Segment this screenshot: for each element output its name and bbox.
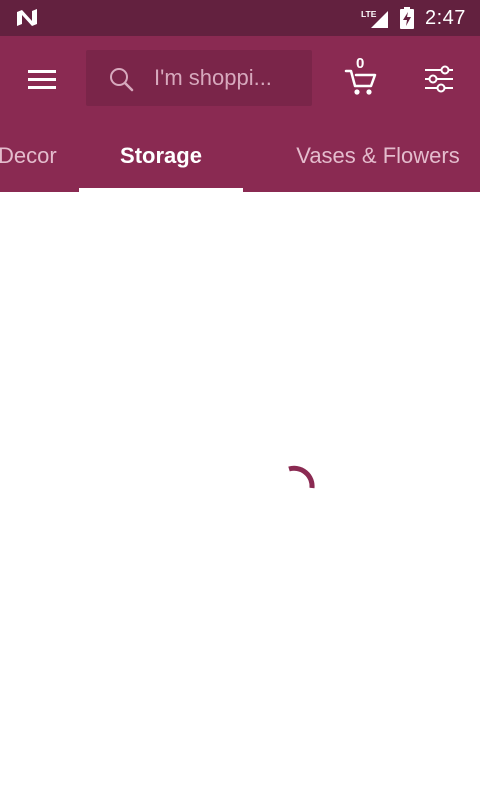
menu-button[interactable] [14, 56, 70, 102]
content-area [0, 192, 480, 800]
search-icon [110, 68, 134, 92]
cart-icon [344, 69, 377, 95]
app-screen: LTE 2:47 0 [0, 0, 480, 800]
search-box[interactable] [86, 50, 312, 106]
app-bar: 0 [0, 36, 480, 120]
menu-icon [28, 70, 56, 89]
tab-vases-flowers[interactable]: Vases & Flowers [283, 120, 473, 192]
signal-icon: LTE [361, 9, 388, 28]
tab-storage[interactable]: Storage [79, 120, 243, 192]
battery-charging-icon [400, 7, 414, 29]
n-logo-icon [17, 9, 37, 26]
status-time: 2:47 [425, 7, 466, 29]
cart-button[interactable]: 0 [336, 52, 386, 102]
category-tabs: Decor Storage Vases & Flowers [0, 120, 480, 192]
filter-button[interactable] [414, 56, 464, 102]
tab-decor[interactable]: Decor [0, 120, 68, 192]
network-label: LTE [361, 9, 377, 19]
loading-spinner [288, 465, 315, 489]
search-input[interactable] [154, 62, 302, 94]
status-bar: LTE 2:47 [0, 0, 480, 36]
filter-icon [425, 65, 453, 93]
